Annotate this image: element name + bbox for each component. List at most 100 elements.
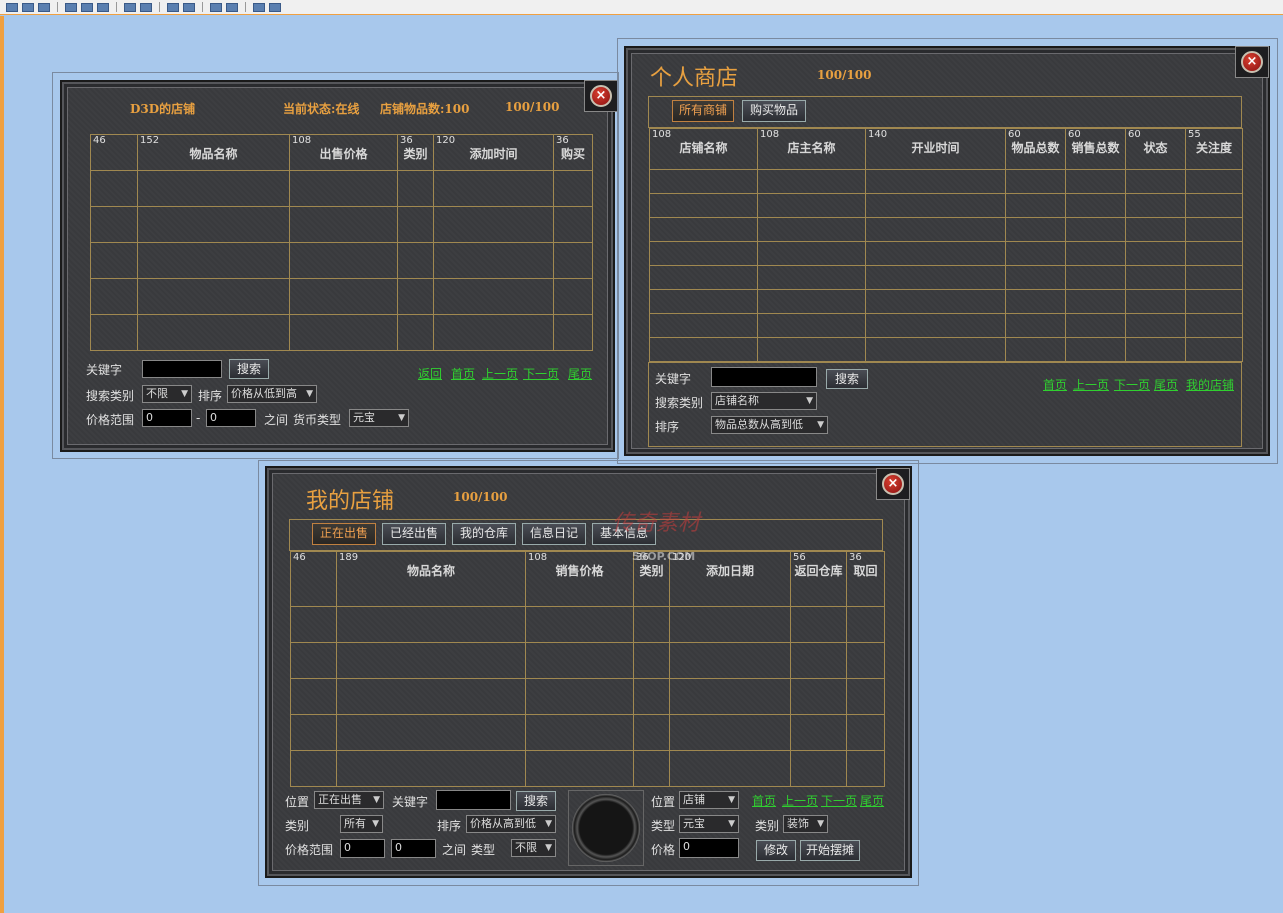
price-max-input[interactable]: 0 [391, 839, 436, 858]
align-right-icon[interactable] [38, 2, 50, 12]
keyword-input[interactable] [436, 790, 511, 810]
my-shop-link[interactable]: 我的店铺 [1186, 376, 1234, 393]
table-row[interactable] [649, 265, 1243, 290]
next-page-link[interactable]: 下一页 [1114, 376, 1150, 393]
modify-button[interactable]: 修改 [756, 840, 796, 861]
table-row[interactable] [90, 170, 593, 207]
table-row[interactable] [90, 278, 593, 315]
tab-sold[interactable]: 已经出售 [382, 523, 446, 545]
category-select[interactable]: 所有 ▼ [340, 815, 383, 833]
table-row[interactable] [649, 313, 1243, 338]
keyword-input[interactable] [142, 360, 222, 378]
table-row[interactable] [649, 241, 1243, 266]
table-row[interactable] [649, 217, 1243, 242]
right-position-select[interactable]: 店铺 ▼ [679, 791, 739, 809]
table-row[interactable] [649, 337, 1243, 362]
keyword-input[interactable] [711, 367, 817, 387]
close-button[interactable]: × [1235, 46, 1269, 78]
align-top-icon[interactable] [65, 2, 77, 12]
column-header-buy[interactable]: 36 购买 [553, 134, 593, 171]
table-row[interactable] [90, 242, 593, 279]
prev-page-link[interactable]: 上一页 [782, 792, 818, 809]
search-button[interactable]: 搜索 [826, 369, 868, 389]
align-bottom-icon[interactable] [97, 2, 109, 12]
search-button[interactable]: 搜索 [516, 791, 556, 811]
column-header-attention[interactable]: 55 关注度 [1185, 128, 1243, 170]
column-header-shop-name[interactable]: 108 店铺名称 [649, 128, 758, 170]
tab-all-shops[interactable]: 所有商铺 [672, 100, 734, 122]
bring-front-icon[interactable] [253, 2, 265, 12]
table-row[interactable] [649, 169, 1243, 194]
prev-page-link[interactable]: 上一页 [1073, 376, 1109, 393]
table-row[interactable] [290, 714, 885, 751]
first-page-link[interactable]: 首页 [752, 792, 776, 809]
last-page-link[interactable]: 尾页 [860, 792, 884, 809]
sort-select[interactable]: 物品总数从高到低 ▼ [711, 416, 828, 434]
shop-item-count: 店铺物品数:100 [380, 102, 470, 116]
column-header-sale-price[interactable]: 108 销售价格 [525, 551, 634, 607]
right-price-input[interactable]: 0 [679, 838, 739, 858]
search-type-select[interactable]: 店铺名称 ▼ [711, 392, 817, 410]
column-header-retrieve[interactable]: 36 取回 [846, 551, 885, 607]
right-category-select[interactable]: 装饰 ▼ [783, 815, 828, 833]
table-row[interactable] [649, 193, 1243, 218]
first-page-link[interactable]: 首页 [1043, 376, 1067, 393]
currency-type-select[interactable]: 元宝 ▼ [349, 409, 409, 427]
last-page-link[interactable]: 尾页 [1154, 376, 1178, 393]
next-page-link[interactable]: 下一页 [821, 792, 857, 809]
search-type-select[interactable]: 不限 ▼ [142, 385, 192, 403]
close-button[interactable]: × [876, 468, 910, 500]
align-center-icon[interactable] [22, 2, 34, 12]
position-select[interactable]: 正在出售 ▼ [314, 791, 384, 809]
table-row[interactable] [290, 678, 885, 715]
prev-page-link[interactable]: 上一页 [482, 365, 518, 382]
align-middle-icon[interactable] [81, 2, 93, 12]
tab-buy-items[interactable]: 购买物品 [742, 100, 806, 122]
align-left-icon[interactable] [6, 2, 18, 12]
sort-select[interactable]: 价格从高到低 ▼ [466, 815, 556, 833]
item-slot[interactable] [572, 794, 640, 862]
column-header-price[interactable]: 108 出售价格 [289, 134, 398, 171]
tab-my-warehouse[interactable]: 我的仓库 [452, 523, 516, 545]
price-max-input[interactable]: 0 [206, 409, 256, 427]
column-header-sales-total[interactable]: 60 销售总数 [1065, 128, 1126, 170]
column-header[interactable]: 46 [290, 551, 337, 607]
space-horizontal-icon[interactable] [124, 2, 136, 12]
price-min-input[interactable]: 0 [340, 839, 385, 858]
column-header-add-time[interactable]: 120 添加时间 [433, 134, 554, 171]
resize-width-icon[interactable] [210, 2, 222, 12]
table-row[interactable] [290, 606, 885, 643]
first-page-link[interactable]: 首页 [451, 365, 475, 382]
column-header-item-name[interactable]: 152 物品名称 [137, 134, 290, 171]
column-header-item-name[interactable]: 189 物品名称 [336, 551, 526, 607]
tab-info-log[interactable]: 信息日记 [522, 523, 586, 545]
next-page-link[interactable]: 下一页 [523, 365, 559, 382]
search-button[interactable]: 搜索 [229, 359, 269, 379]
same-height-icon[interactable] [183, 2, 195, 12]
last-page-link[interactable]: 尾页 [568, 365, 592, 382]
table-row[interactable] [90, 314, 593, 351]
column-header-return-warehouse[interactable]: 56 返回仓库 [790, 551, 847, 607]
table-row[interactable] [649, 289, 1243, 314]
space-vertical-icon[interactable] [140, 2, 152, 12]
column-header-status[interactable]: 60 状态 [1125, 128, 1186, 170]
column-header-owner-name[interactable]: 108 店主名称 [757, 128, 866, 170]
column-header-item-total[interactable]: 60 物品总数 [1005, 128, 1066, 170]
column-header-open-time[interactable]: 140 开业时间 [865, 128, 1006, 170]
column-header-category[interactable]: 36 类别 [397, 134, 434, 171]
table-row[interactable] [290, 642, 885, 679]
back-link[interactable]: 返回 [418, 365, 442, 382]
type-select[interactable]: 不限 ▼ [511, 839, 556, 857]
send-back-icon[interactable] [269, 2, 281, 12]
sort-select[interactable]: 价格从低到高 ▼ [227, 385, 317, 403]
table-row[interactable] [290, 750, 885, 787]
right-type-select[interactable]: 元宝 ▼ [679, 815, 739, 833]
tab-on-sale[interactable]: 正在出售 [312, 523, 376, 545]
column-header[interactable]: 46 [90, 134, 138, 171]
same-width-icon[interactable] [167, 2, 179, 12]
table-row[interactable] [90, 206, 593, 243]
start-stall-button[interactable]: 开始摆摊 [800, 840, 860, 861]
resize-height-icon[interactable] [226, 2, 238, 12]
close-button[interactable]: × [584, 80, 618, 112]
price-min-input[interactable]: 0 [142, 409, 192, 427]
